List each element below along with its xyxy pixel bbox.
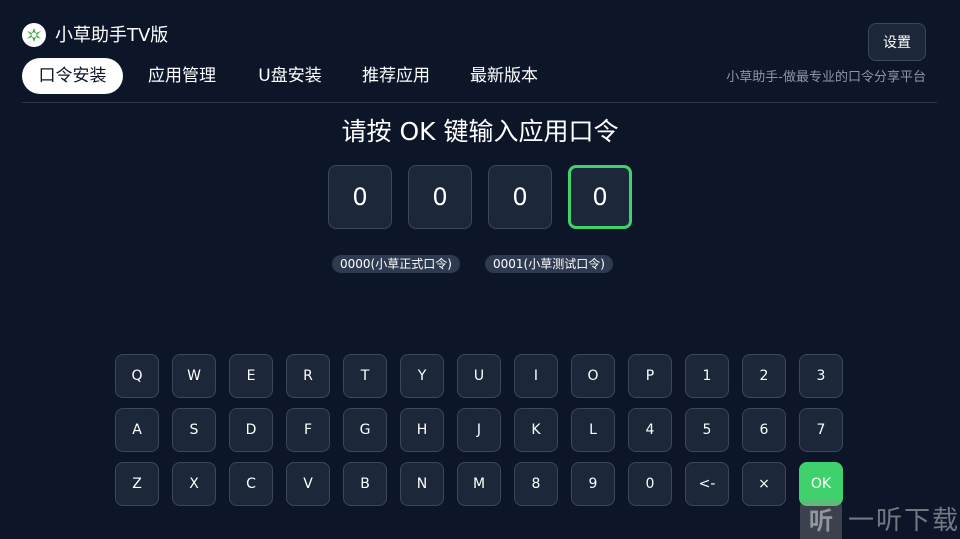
code-digit-2[interactable]: 0	[408, 165, 472, 229]
divider	[22, 102, 937, 103]
key-u[interactable]: U	[457, 354, 501, 398]
key-a[interactable]: A	[115, 408, 159, 452]
key-k[interactable]: K	[514, 408, 558, 452]
key-7[interactable]: 7	[799, 408, 843, 452]
key-0[interactable]: 0	[628, 462, 672, 506]
key-3[interactable]: 3	[799, 354, 843, 398]
key-d[interactable]: D	[229, 408, 273, 452]
watermark: 听 一听下载	[800, 498, 960, 539]
key-q[interactable]: Q	[115, 354, 159, 398]
key-c[interactable]: C	[229, 462, 273, 506]
key-h[interactable]: H	[400, 408, 444, 452]
slogan: 小草助手-做最专业的口令分享平台	[726, 70, 926, 85]
tab-recommended-apps[interactable]: 推荐应用	[350, 58, 442, 94]
code-prompt: 请按 OK 键输入应用口令	[341, 117, 619, 146]
key-j[interactable]: J	[457, 408, 501, 452]
key-b[interactable]: B	[343, 462, 387, 506]
key-z[interactable]: Z	[115, 462, 159, 506]
key-r[interactable]: R	[286, 354, 330, 398]
key-l[interactable]: L	[571, 408, 615, 452]
key-f[interactable]: F	[286, 408, 330, 452]
key-1[interactable]: 1	[685, 354, 729, 398]
key-t[interactable]: T	[343, 354, 387, 398]
key-p[interactable]: P	[628, 354, 672, 398]
key-9[interactable]: 9	[571, 462, 615, 506]
suggestion-chip-test[interactable]: 0001(小草测试口令)	[485, 255, 613, 273]
key-n[interactable]: N	[400, 462, 444, 506]
grass-logo-icon	[22, 23, 46, 47]
app-title: 小草助手TV版	[55, 25, 169, 46]
code-digit-4[interactable]: 0	[568, 165, 632, 229]
tab-code-install[interactable]: 口令安装	[22, 58, 123, 94]
key-8[interactable]: 8	[514, 462, 558, 506]
watermark-logo-icon: 听	[800, 498, 842, 539]
key-o[interactable]: O	[571, 354, 615, 398]
tab-usb-install[interactable]: U盘安装	[246, 58, 334, 94]
tab-app-management[interactable]: 应用管理	[136, 58, 228, 94]
suggestion-chip-official[interactable]: 0000(小草正式口令)	[332, 255, 460, 273]
key-y[interactable]: Y	[400, 354, 444, 398]
backspace-key[interactable]: <-	[685, 462, 729, 506]
key-g[interactable]: G	[343, 408, 387, 452]
code-digit-1[interactable]: 0	[328, 165, 392, 229]
code-digit-3[interactable]: 0	[488, 165, 552, 229]
key-4[interactable]: 4	[628, 408, 672, 452]
key-6[interactable]: 6	[742, 408, 786, 452]
tab-latest-version[interactable]: 最新版本	[458, 58, 550, 94]
clear-key[interactable]: ×	[742, 462, 786, 506]
key-w[interactable]: W	[172, 354, 216, 398]
key-i[interactable]: I	[514, 354, 558, 398]
key-e[interactable]: E	[229, 354, 273, 398]
key-m[interactable]: M	[457, 462, 501, 506]
key-5[interactable]: 5	[685, 408, 729, 452]
key-x[interactable]: X	[172, 462, 216, 506]
watermark-text: 一听下载	[847, 506, 960, 536]
settings-button[interactable]: 设置	[868, 23, 926, 61]
key-2[interactable]: 2	[742, 354, 786, 398]
app-header: 小草助手TV版 口令安装 应用管理 U盘安装 推荐应用 最新版本 设置 小草助手…	[0, 0, 960, 104]
key-v[interactable]: V	[286, 462, 330, 506]
key-s[interactable]: S	[172, 408, 216, 452]
